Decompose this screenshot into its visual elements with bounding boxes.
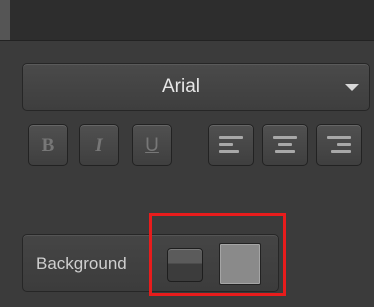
font-family-value: Arial [161,76,200,97]
bold-icon: B [41,134,55,156]
align-right-button[interactable] [316,124,362,166]
align-right-icon [327,136,351,154]
chevron-down-icon [345,84,359,91]
align-left-icon [219,136,243,154]
font-family-dropdown[interactable]: Arial [22,63,370,111]
background-toggle-button[interactable] [167,248,203,282]
top-bar-edge [0,0,10,40]
align-left-button[interactable] [208,124,254,166]
background-color-swatch[interactable] [219,243,261,285]
align-center-button[interactable] [262,124,308,166]
background-label: Background [36,254,127,273]
bold-button[interactable]: B [28,124,68,166]
underline-icon: U [145,134,159,156]
underline-button[interactable]: U [132,124,172,166]
italic-button[interactable]: I [79,124,119,166]
background-row: Background [22,234,279,292]
italic-icon: I [95,134,103,156]
top-bar [0,0,374,41]
align-center-icon [273,136,297,154]
